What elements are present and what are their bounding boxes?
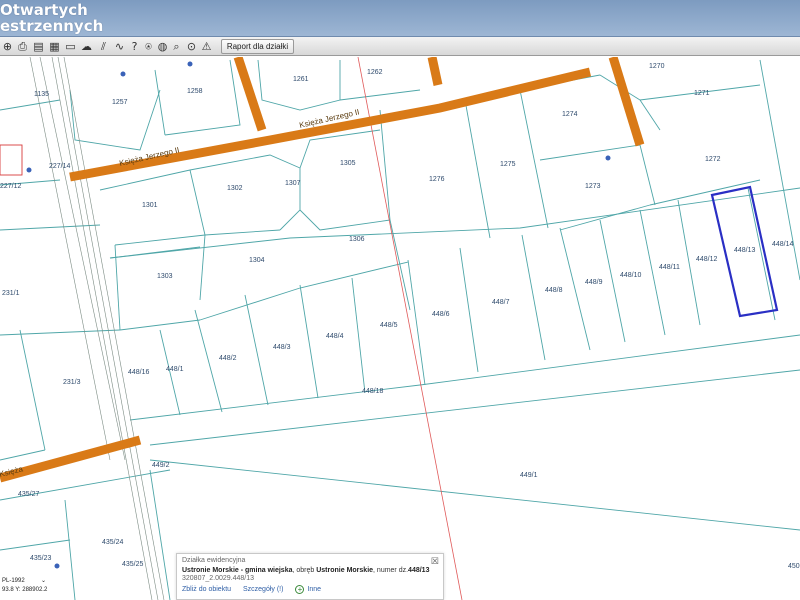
globe-icon[interactable]: ◍: [156, 40, 169, 53]
parcel-label: 448/7: [492, 299, 510, 306]
parcel-label: 1135: [34, 91, 49, 98]
plus-icon[interactable]: +: [295, 585, 305, 594]
zoom-in-icon[interactable]: ⊕: [1, 40, 14, 53]
parcel-label: 1271: [694, 90, 710, 97]
parcel-label: 448/4: [326, 333, 344, 340]
parcel-label: 231/3: [63, 379, 81, 386]
popup-parcel-number: 448/13: [408, 567, 430, 574]
search-icon[interactable]: ⌕: [170, 40, 183, 53]
parcel-label: 1262: [367, 69, 383, 76]
other-link[interactable]: Inne: [307, 586, 321, 593]
parcel-label: 1307: [285, 180, 301, 187]
parcel-label: 449/1: [520, 472, 538, 479]
parcel-label: 448/1: [166, 366, 184, 373]
popup-text: , obręb: [292, 567, 317, 574]
popup-title: Działka ewidencyjna: [182, 557, 246, 564]
parcel-label: 1275: [500, 161, 516, 168]
parcel-label: 448/2: [219, 355, 237, 362]
popup-municipality: Ustronie Morskie - gmina wiejska: [182, 567, 293, 574]
parcel-label: 231/1: [2, 290, 20, 297]
help-icon[interactable]: ?: [128, 40, 141, 53]
parcel-label: 1273: [585, 183, 601, 190]
parcel-label: 448/16: [128, 369, 150, 376]
grid-icon[interactable]: ▭: [64, 40, 77, 53]
chevron-down-icon: ⌄: [40, 578, 46, 584]
parcel-label: 448/5: [380, 322, 398, 329]
parcel-label: 449/2: [152, 462, 170, 469]
parcel-label: 1304: [249, 257, 265, 264]
parcel-label: 1257: [112, 99, 128, 106]
parcel-label: 1261: [293, 76, 309, 83]
tree-icon[interactable]: ⍟: [142, 40, 155, 53]
parcel-label: 448/12: [696, 256, 718, 263]
parcel-label: 227/14: [49, 163, 71, 170]
parcel-label: 448/13: [734, 247, 756, 254]
parcel-label: 448/14: [772, 241, 794, 248]
map-canvas[interactable]: Księża Jerzego II Księża Jerzego II Księ…: [0, 57, 800, 600]
zoom-to-object-link[interactable]: Zbliż do obiektu: [182, 586, 231, 593]
y-coordinate: Y: 288902.2: [15, 587, 48, 593]
parcel-label: 1301: [142, 202, 158, 209]
crs-value: PL-1992: [2, 577, 25, 584]
parcel-label: 448/6: [432, 311, 450, 318]
parcel-label: 1258: [187, 88, 203, 95]
parcel-label: 1305: [340, 160, 356, 167]
popup-description: Ustronie Morskie - gmina wiejska, obręb …: [182, 567, 438, 574]
cloud-icon[interactable]: ☁: [80, 40, 93, 53]
parcel-info-popup: Działka ewidencyjna ☒ Ustronie Morskie -…: [176, 553, 444, 600]
parcel-label: 448/10: [620, 272, 642, 279]
print-icon[interactable]: ⎙: [16, 40, 29, 53]
zoom-icon[interactable]: ⊙: [185, 40, 198, 53]
app-title-line2: estrzennych: [0, 17, 104, 35]
parcel-label: 1272: [705, 156, 721, 163]
parcel-label: 448/11: [659, 264, 680, 271]
coordinate-readout: 93.8 Y: 288902.2: [2, 587, 56, 593]
parcel-label: 450: [788, 563, 800, 570]
report-button[interactable]: Raport dla działki: [221, 39, 294, 54]
parcel-label: 448/8: [545, 287, 563, 294]
parcel-label: 435/23: [30, 555, 52, 562]
print-alt-icon[interactable]: ▤: [32, 40, 45, 53]
measure-icon[interactable]: ⫽: [97, 40, 110, 53]
popup-links: Zbliż do obiektu Szczegóły (!) + Inne: [182, 585, 438, 594]
popup-parcel-id: 320807_2.0029.448/13: [182, 575, 255, 582]
details-link[interactable]: Szczegóły (!): [243, 586, 283, 593]
parcel-label: 448/9: [585, 279, 603, 286]
parcel-label: 1306: [349, 236, 365, 243]
parcel-label: 1274: [562, 111, 578, 118]
x-coordinate: 93.8: [2, 587, 14, 593]
parcel-label: 435/25: [122, 561, 144, 568]
popup-text: , numer dz.: [373, 567, 409, 574]
warning-icon[interactable]: ⚠: [200, 40, 213, 53]
parcel-label: 448/18: [362, 388, 384, 395]
parcel-label: 1276: [429, 176, 445, 183]
map-toolbar: ⊕ ⎙ ▤ ▦ ▭ ☁ ⫽ ∿ ? ⍟ ◍ ⌕ ⊙ ⚠ Raport dla d…: [0, 37, 800, 56]
close-icon[interactable]: ☒: [431, 556, 439, 567]
app-header: Otwartych estrzennych: [0, 0, 800, 37]
parcel-label: 227/12: [0, 183, 22, 190]
crs-select[interactable]: PL-1992 ⌄: [2, 577, 46, 585]
layout-icon[interactable]: ▦: [48, 40, 61, 53]
parcel-label: 1270: [649, 63, 665, 70]
popup-precinct: Ustronie Morskie: [316, 567, 374, 574]
distance-icon[interactable]: ∿: [113, 40, 126, 53]
parcel-label: 448/3: [273, 344, 291, 351]
parcel-label: 1302: [227, 185, 243, 192]
parcel-label: 435/24: [102, 539, 124, 546]
parcel-label: 1303: [157, 273, 173, 280]
parcel-label: 435/27: [18, 491, 40, 498]
coordinates-panel: PL-1992 ⌄ 93.8 Y: 288902.2: [0, 577, 56, 600]
